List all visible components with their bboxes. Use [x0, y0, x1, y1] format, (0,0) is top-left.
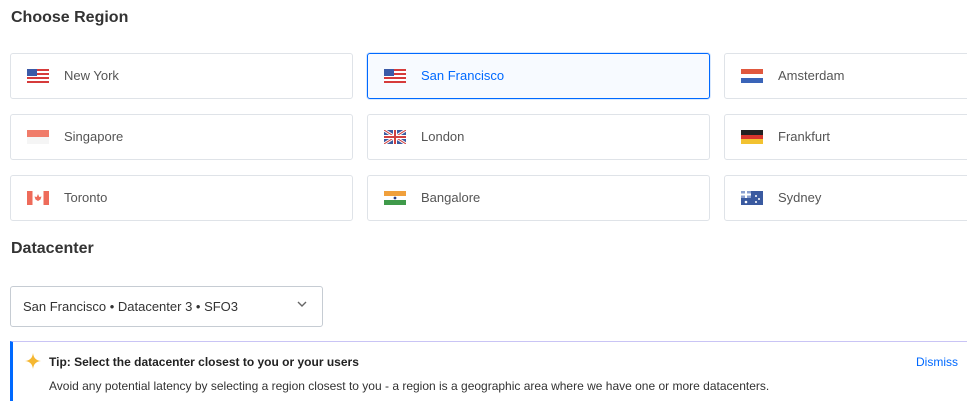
us-flag-icon	[27, 69, 49, 83]
region-label: Toronto	[64, 190, 108, 205]
region-label: Singapore	[64, 129, 124, 144]
region-card-frankfurt[interactable]: Frankfurt	[724, 114, 967, 160]
region-card-london[interactable]: London	[367, 114, 710, 160]
region-card-san-francisco[interactable]: San Francisco	[367, 53, 710, 99]
sparkle-icon	[25, 353, 41, 369]
datacenter-select-value: San Francisco • Datacenter 3 • SFO3	[23, 299, 239, 314]
ca-flag-icon	[27, 191, 49, 205]
region-label: Sydney	[778, 190, 822, 205]
uk-flag-icon	[384, 130, 406, 144]
region-label: Bangalore	[421, 190, 481, 205]
us-flag-icon	[384, 69, 406, 83]
datacenter-heading: Datacenter	[11, 240, 94, 257]
in-flag-icon	[384, 191, 406, 205]
region-label: Amsterdam	[778, 68, 845, 83]
region-card-singapore[interactable]: Singapore	[10, 114, 353, 160]
choose-region-heading: Choose Region	[11, 9, 129, 26]
de-flag-icon	[741, 130, 763, 144]
region-label: London	[421, 129, 465, 144]
region-card-amsterdam[interactable]: Amsterdam	[724, 53, 967, 99]
region-label: Frankfurt	[778, 129, 831, 144]
datacenter-select[interactable]: San Francisco • Datacenter 3 • SFO3	[10, 286, 323, 327]
region-card-new-york[interactable]: New York	[10, 53, 353, 99]
tip-banner: Tip: Select the datacenter closest to yo…	[10, 341, 967, 401]
nl-flag-icon	[741, 69, 763, 83]
region-card-bangalore[interactable]: Bangalore	[367, 175, 710, 221]
dismiss-link[interactable]: Dismiss	[916, 355, 958, 369]
chevron-down-icon	[297, 301, 307, 307]
sg-flag-icon	[27, 130, 49, 144]
region-card-toronto[interactable]: Toronto	[10, 175, 353, 221]
tip-body: Avoid any potential latency by selecting…	[49, 379, 770, 393]
au-flag-icon	[741, 191, 763, 205]
region-label: New York	[64, 68, 119, 83]
tip-title: Tip: Select the datacenter closest to yo…	[49, 355, 359, 369]
region-label: San Francisco	[421, 68, 505, 83]
region-card-sydney[interactable]: Sydney	[724, 175, 967, 221]
